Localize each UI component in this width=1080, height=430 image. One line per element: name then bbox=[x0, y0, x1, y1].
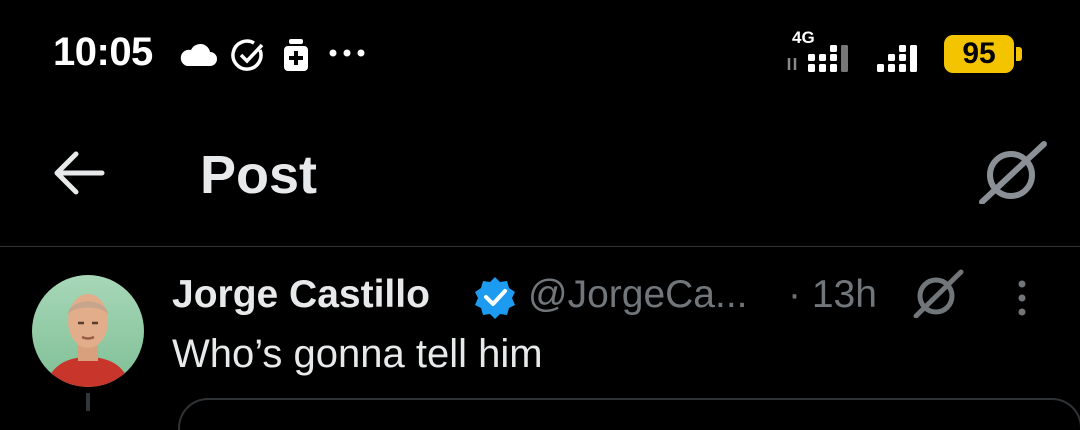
check-circle-icon bbox=[231, 39, 264, 71]
battery-tip bbox=[1016, 47, 1022, 61]
quoted-media-card[interactable] bbox=[178, 398, 1080, 430]
battery-indicator: 95 bbox=[944, 35, 1014, 73]
cloud-icon bbox=[180, 43, 217, 66]
status-time: 10:05 bbox=[53, 30, 153, 74]
author-handle[interactable]: @JorgeCa... bbox=[528, 273, 748, 317]
header-divider bbox=[0, 246, 1080, 247]
post-text: Who’s gonna tell him bbox=[172, 332, 543, 376]
verified-badge-icon bbox=[475, 277, 515, 319]
signal-icon bbox=[877, 45, 917, 72]
page-title: Post bbox=[200, 145, 318, 205]
more-dots-icon bbox=[329, 49, 365, 57]
author-name[interactable]: Jorge Castillo bbox=[172, 273, 430, 317]
grok-icon[interactable] bbox=[912, 268, 964, 318]
more-options-icon[interactable] bbox=[1002, 276, 1042, 320]
thread-line bbox=[86, 393, 90, 411]
arrow-left-icon[interactable] bbox=[50, 148, 106, 198]
grok-icon[interactable] bbox=[978, 140, 1048, 204]
post-timestamp[interactable]: · 13h bbox=[788, 273, 877, 317]
medkit-icon bbox=[284, 39, 308, 71]
avatar[interactable] bbox=[32, 275, 144, 387]
signal-icon bbox=[787, 45, 848, 72]
